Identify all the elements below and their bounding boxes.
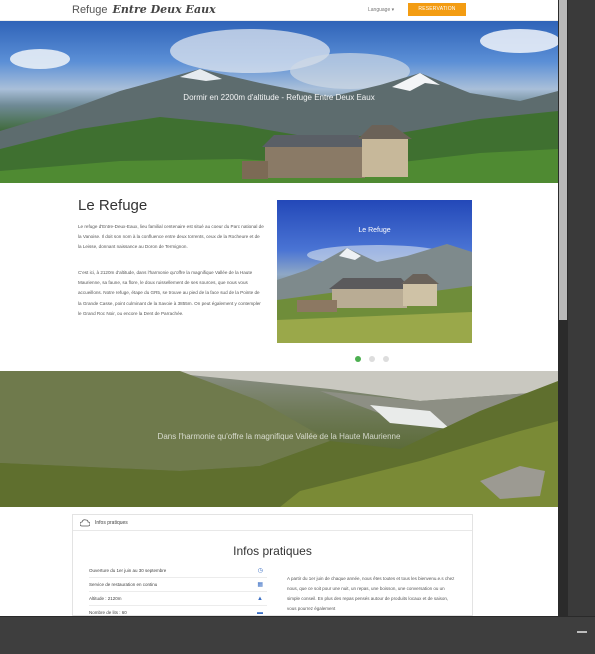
valley-banner: Dans l'harmonie qu'offre la magnifique V… (0, 371, 558, 507)
mountain-icon: ▲ (257, 596, 263, 602)
info-row-label: Ouverture du 1er juin au 30 septembre (89, 568, 167, 573)
top-navbar: Refuge Entre Deux Eaux Language ▾ RESERV… (0, 0, 558, 21)
carousel-dot-2[interactable] (369, 356, 375, 362)
infos-tab-label: Infos pratiques (95, 520, 128, 526)
info-row-beds: Nombre de lits : 60 ▬ (89, 606, 267, 616)
window-side-panel (568, 0, 595, 616)
info-row-label: Altitude : 2120m (89, 596, 122, 601)
info-row-opening: Ouverture du 1er juin au 30 septembre ◷ (89, 564, 267, 578)
carousel-caption: Le Refuge (358, 227, 391, 234)
info-row-label: Service de restauration en continu (89, 582, 158, 587)
language-dropdown[interactable]: Language ▾ (368, 7, 394, 13)
restaurant-icon: ▦ (257, 582, 263, 588)
carousel-dot-1[interactable] (355, 356, 361, 362)
minimize-handle-icon[interactable] (577, 631, 587, 633)
refuge-carousel-slide[interactable]: Le Refuge (277, 200, 472, 343)
refuge-paragraph-2: C'est ici, à 2120m d'altitude, dans l'ha… (78, 270, 261, 316)
infos-heading: Infos pratiques (233, 544, 312, 558)
hero-mountain-image (0, 29, 558, 183)
refuge-paragraph-1: Le refuge d'Entre-Deux-Eaux, lieu famili… (78, 224, 264, 250)
scrollbar-thumb[interactable] (559, 0, 567, 320)
valley-caption: Dans l'harmonie qu'offre la magnifique V… (157, 432, 401, 441)
infos-description: A partir du 1er juin de chaque année, no… (287, 576, 455, 611)
info-row-restaurant: Service de restauration en continu ▦ (89, 578, 267, 592)
brand-script-text: Entre Deux Eaux (112, 3, 216, 16)
carousel-indicators (355, 349, 397, 367)
hero-caption: Dormir en 2200m d'altitude - Refuge Entr… (183, 93, 375, 102)
browser-viewport: Refuge Entre Deux Eaux Language ▾ RESERV… (0, 0, 558, 616)
infos-card: Infos pratiques Infos pratiques Ouvertur… (72, 514, 473, 616)
cloud-icon (80, 519, 90, 527)
bottom-status-bar (0, 616, 595, 654)
refuge-photo (277, 244, 472, 343)
refuge-heading: Le Refuge (78, 197, 148, 214)
bed-icon: ▬ (257, 610, 263, 616)
reservation-button[interactable]: RESERVATION (408, 3, 466, 16)
infos-tab[interactable]: Infos pratiques (73, 515, 472, 531)
brand-plain-text: Refuge (72, 4, 108, 16)
info-row-altitude: Altitude : 2120m ▲ (89, 592, 267, 606)
clock-icon: ◷ (257, 568, 263, 574)
brand-logo[interactable]: Refuge Entre Deux Eaux (72, 3, 216, 16)
carousel-dot-3[interactable] (383, 356, 389, 362)
hero-banner: Dormir en 2200m d'altitude - Refuge Entr… (0, 21, 558, 183)
info-row-label: Nombre de lits : 60 (89, 610, 127, 615)
